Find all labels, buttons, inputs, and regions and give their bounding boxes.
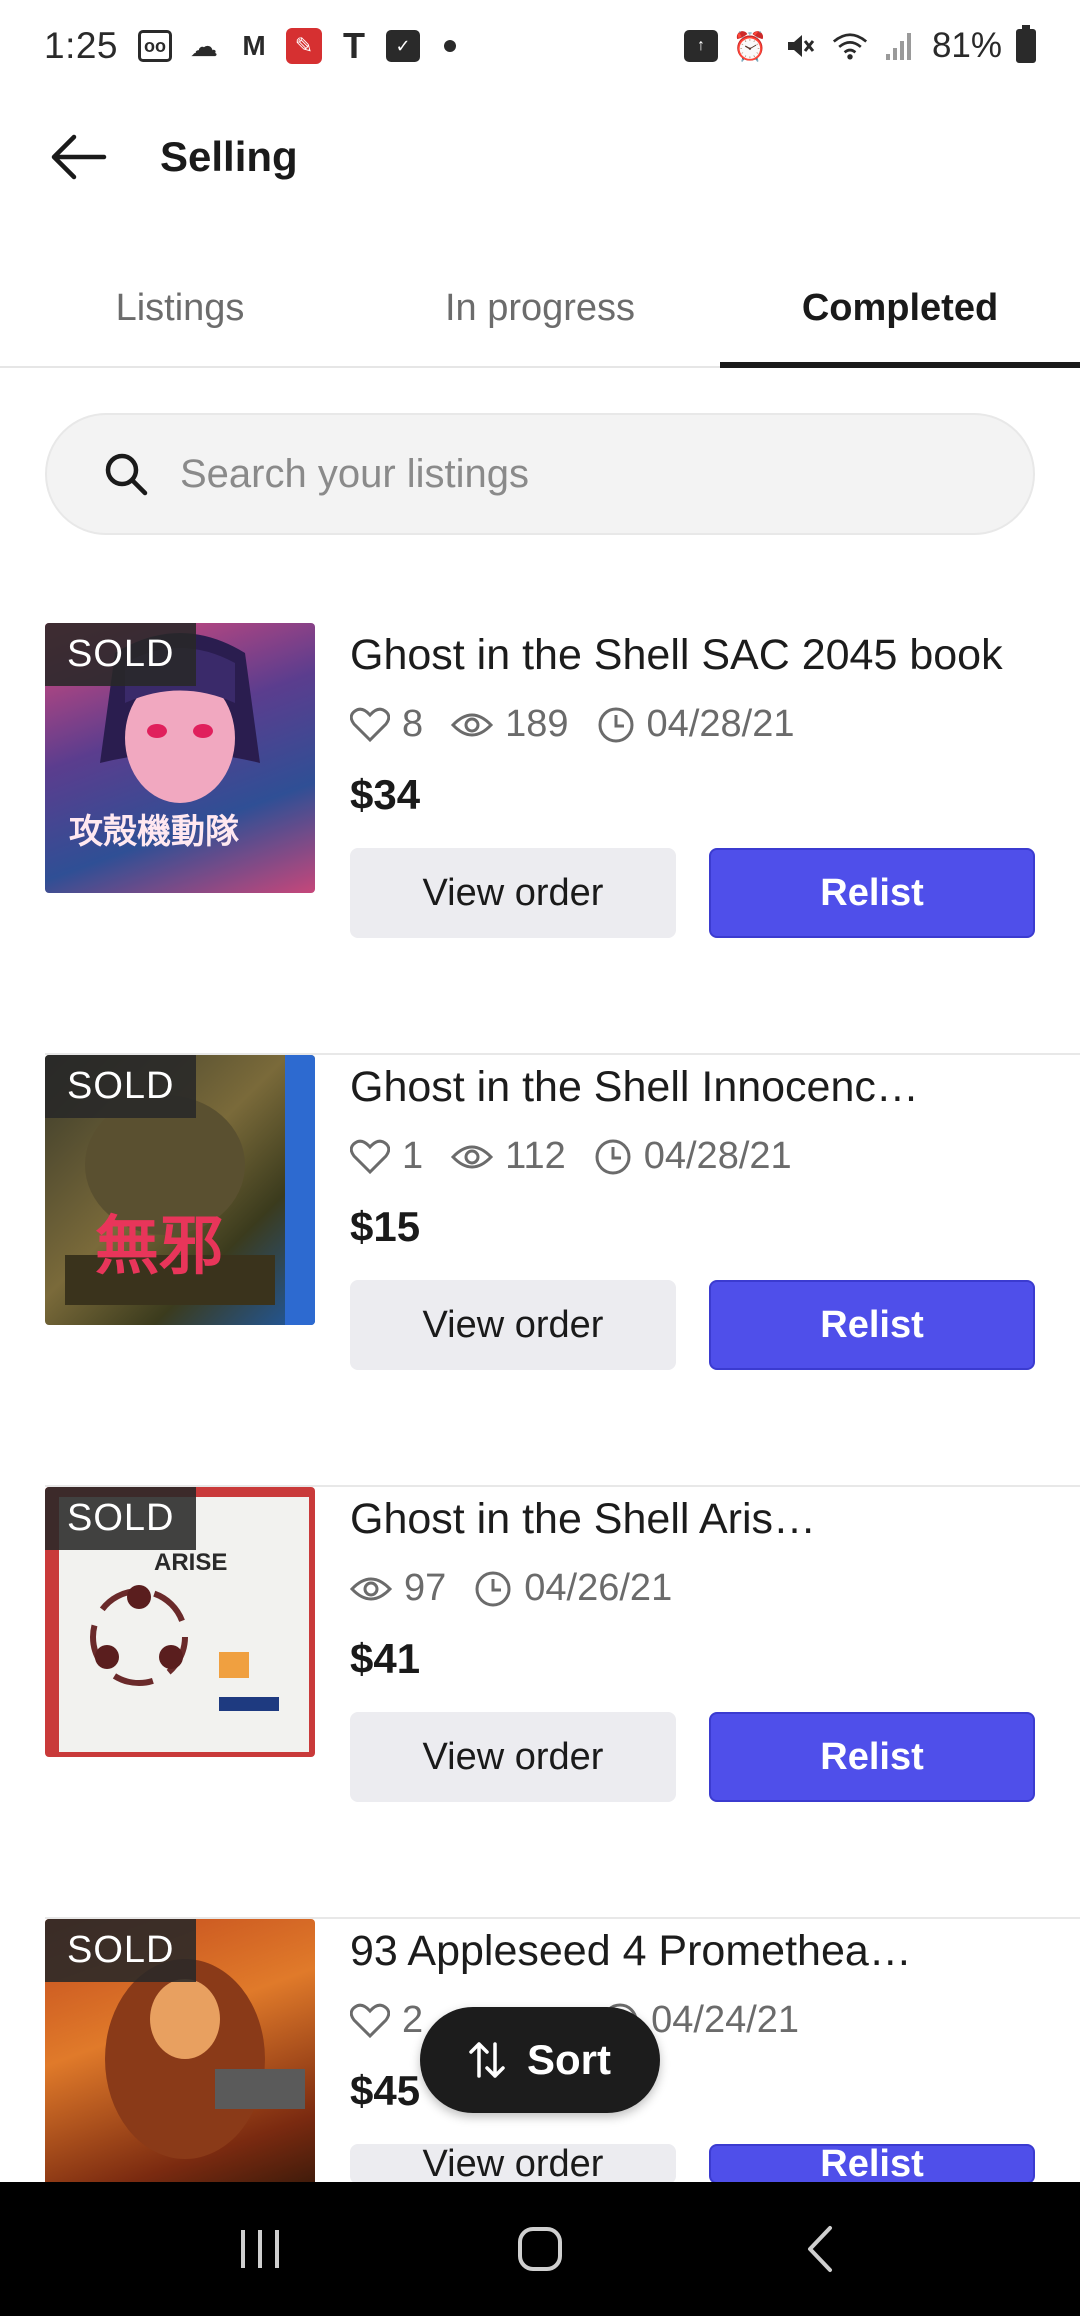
relist-button[interactable]: Relist — [709, 848, 1035, 938]
tab-in-progress[interactable]: In progress — [360, 250, 720, 366]
listing-thumbnail[interactable]: SOLD — [45, 1919, 315, 2189]
views-stat: 112 — [451, 1135, 566, 1178]
gmail-icon: M — [242, 30, 266, 61]
likes-stat: 1 — [350, 1135, 423, 1178]
recent-apps-button[interactable] — [215, 2214, 305, 2284]
sort-icon — [469, 2042, 505, 2078]
listing-item[interactable]: ARISE SOLD Ghost in the Shell Aris… 97 0… — [45, 1487, 1080, 1919]
views-stat: 97 — [350, 1567, 446, 1610]
mute-icon — [782, 29, 818, 63]
app-bar: Selling — [0, 92, 1080, 222]
back-nav-button[interactable] — [775, 2214, 865, 2284]
listing-price: $15 — [350, 1203, 421, 1250]
heart-icon — [350, 1139, 390, 1174]
date-stat: 04/28/21 — [597, 703, 795, 746]
views-count: 112 — [505, 1135, 566, 1177]
listing-title[interactable]: Ghost in the Shell Innocenc… — [350, 1063, 1050, 1112]
tab-listings[interactable]: Listings — [0, 250, 360, 366]
recent-apps-icon — [241, 2230, 279, 2268]
status-bar: 1:25 oo ☁ M ✎ T ✓ ↑ ⏰ 81% — [0, 0, 1080, 92]
battery-icon — [1016, 25, 1036, 63]
listing-title[interactable]: Ghost in the Shell Aris… — [350, 1495, 1050, 1544]
notification-dot-icon — [444, 40, 457, 52]
sold-badge: SOLD — [45, 1487, 197, 1550]
sold-badge: SOLD — [45, 623, 197, 686]
heart-icon — [350, 2003, 390, 2038]
listing-date: 04/28/21 — [646, 703, 795, 745]
eye-icon — [451, 1145, 494, 1168]
home-icon — [518, 2227, 562, 2271]
system-nav-bar — [0, 2182, 1080, 2316]
home-button[interactable] — [495, 2214, 585, 2284]
chevron-left-icon — [808, 2226, 832, 2272]
listing-title[interactable]: Ghost in the Shell SAC 2045 book — [350, 631, 1050, 680]
search-input[interactable] — [180, 451, 940, 497]
likes-count: 8 — [402, 703, 424, 745]
views-count: 97 — [404, 1567, 447, 1609]
date-stat: 04/26/21 — [474, 1567, 672, 1610]
voicemail-icon: oo — [138, 30, 173, 62]
view-order-button[interactable]: View order — [350, 848, 676, 938]
listing-date: 04/26/21 — [524, 1567, 673, 1609]
page-title: Selling — [160, 133, 298, 180]
likes-stat: 8 — [350, 703, 423, 746]
clock-icon — [475, 1571, 511, 1606]
listing-stats: 1 112 04/28/21 — [350, 1135, 806, 1178]
likes-count: 1 — [402, 1135, 424, 1177]
sort-label: Sort — [527, 2036, 611, 2083]
sort-button[interactable]: Sort — [420, 2007, 660, 2113]
signal-icon — [882, 29, 918, 63]
clock-icon — [595, 1139, 631, 1174]
listing-stats: 97 04/26/21 — [350, 1567, 686, 1610]
messages-icon: ☁ — [190, 30, 219, 62]
sold-badge: SOLD — [45, 1919, 197, 1982]
listing-thumbnail[interactable]: ARISE SOLD — [45, 1487, 315, 1757]
status-time: 1:25 — [44, 25, 119, 66]
listing-thumbnail[interactable]: 無邪 SOLD — [45, 1055, 315, 1325]
relist-button[interactable]: Relist — [709, 2143, 1035, 2185]
sold-badge: SOLD — [45, 1055, 197, 1118]
listing-price: $34 — [350, 771, 421, 818]
listing-item[interactable]: 攻殻機動隊 SOLD Ghost in the Shell SAC 2045 b… — [45, 623, 1080, 1055]
date-stat: 04/28/21 — [594, 1135, 792, 1178]
listing-item[interactable]: 無邪 SOLD Ghost in the Shell Innocenc… 1 1… — [45, 1055, 1080, 1487]
views-count: 189 — [505, 703, 569, 745]
likes-stat: 2 — [350, 1999, 423, 2042]
listing-thumb-text: 無邪 — [95, 1209, 223, 1284]
heart-icon — [350, 707, 390, 742]
relist-button[interactable]: Relist — [709, 1712, 1035, 1802]
listing-date: 04/24/21 — [651, 1999, 800, 2041]
checkbox-icon: ✓ — [386, 30, 421, 62]
status-left: 1:25 oo ☁ M ✎ T ✓ — [44, 25, 457, 67]
views-stat: 189 — [451, 703, 569, 746]
app-icon: ✎ — [286, 28, 323, 64]
eye-icon — [350, 1577, 392, 1600]
arrow-left-icon — [51, 134, 107, 180]
upload-icon: ↑ — [683, 30, 718, 62]
back-button[interactable] — [38, 117, 118, 197]
listing-title[interactable]: 93 Appleseed 4 Promethea… — [350, 1927, 1050, 1976]
listing-thumbnail[interactable]: 攻殻機動隊 SOLD — [45, 623, 315, 893]
wifi-icon — [832, 29, 868, 63]
listing-price: $41 — [350, 1635, 421, 1682]
relist-button[interactable]: Relist — [709, 1280, 1035, 1370]
tab-completed[interactable]: Completed — [720, 250, 1080, 368]
tab-bar: Listings In progress Completed — [0, 250, 1080, 368]
view-order-button[interactable]: View order — [350, 2143, 676, 2185]
view-order-button[interactable]: View order — [350, 1280, 676, 1370]
search-bar[interactable] — [45, 413, 1035, 535]
tmobile-icon: T — [343, 25, 366, 66]
listing-stats: 8 189 04/28/21 — [350, 703, 808, 746]
eye-icon — [451, 713, 494, 736]
clock-icon — [598, 707, 634, 742]
battery-percent: 81% — [931, 26, 1002, 65]
view-order-button[interactable]: View order — [350, 1712, 676, 1802]
listing-price: $45 — [350, 2067, 421, 2114]
search-icon — [105, 453, 148, 496]
listing-thumb-text: 攻殻機動隊 — [69, 812, 239, 852]
listing-date: 04/28/21 — [643, 1135, 792, 1177]
alarm-icon: ⏰ — [732, 30, 768, 62]
likes-count: 2 — [402, 1999, 424, 2041]
status-right: ↑ ⏰ 81% — [683, 25, 1036, 66]
